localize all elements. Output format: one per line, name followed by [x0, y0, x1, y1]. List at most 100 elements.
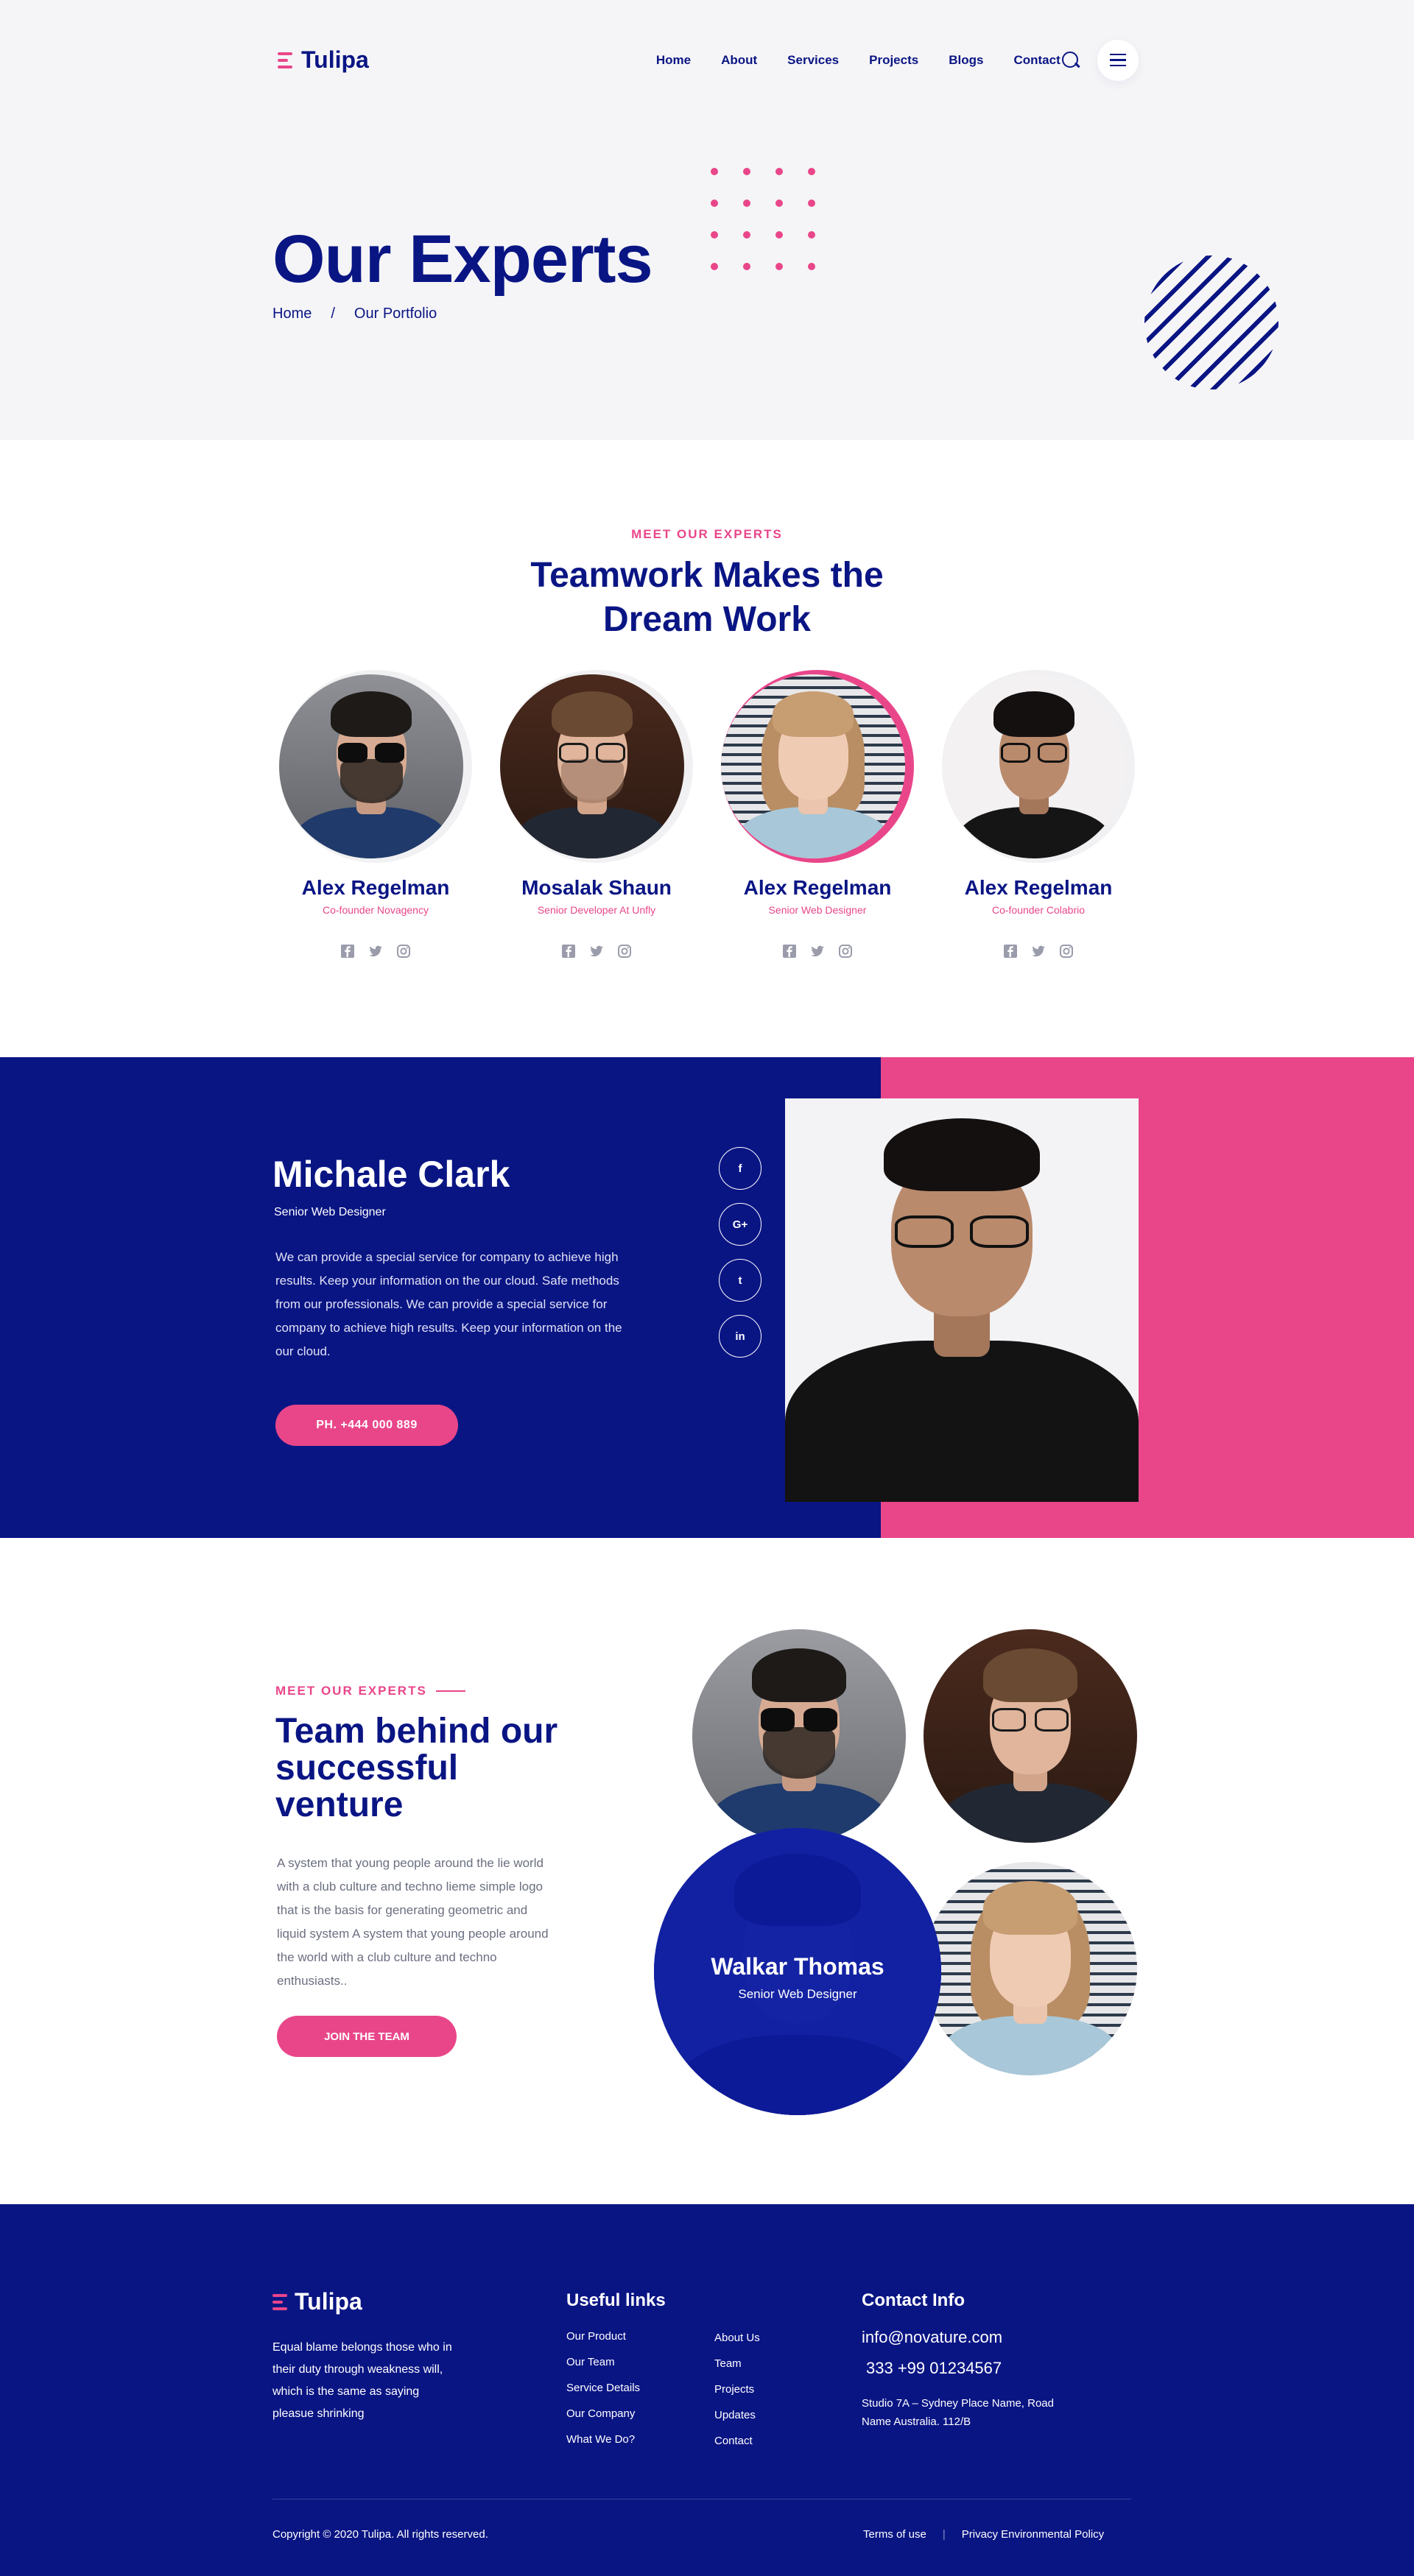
footer-link[interactable]: Projects — [714, 2376, 760, 2402]
nav-tools — [1060, 39, 1139, 81]
facebook-icon[interactable]: f — [719, 1147, 761, 1190]
footer-link[interactable]: About Us — [714, 2325, 760, 2351]
facebook-icon[interactable] — [340, 944, 355, 959]
footer-about: Equal blame belongs those who in their d… — [272, 2341, 452, 2420]
menu-icon[interactable] — [1097, 39, 1139, 81]
phone-button[interactable]: PH. +444 000 889 — [275, 1405, 458, 1446]
footer-link[interactable]: Our Team — [566, 2349, 640, 2375]
member-name: Alex Regelman — [743, 876, 892, 899]
footer-link[interactable]: What We Do? — [566, 2427, 640, 2452]
profile-description: We can provide a special service for com… — [275, 1250, 622, 1358]
venture-eyebrow: MEET OUR EXPERTS — [275, 1684, 465, 1698]
team-photo-circle — [924, 1862, 1137, 2075]
profile-role: Senior Web Designer — [274, 1206, 386, 1218]
profile-socials: f G+ t in — [719, 1147, 761, 1358]
terms-link[interactable]: Terms of use — [863, 2528, 926, 2541]
profile-photo — [785, 1098, 1139, 1502]
nav-blogs[interactable]: Blogs — [949, 53, 983, 68]
decorative-striped-circle — [1144, 255, 1278, 389]
team-member-card: Alex Regelman Co-founder Novagency — [272, 670, 479, 959]
team-photo-circle — [692, 1629, 906, 1843]
footer-link[interactable]: Our Product — [566, 2323, 640, 2349]
linkedin-icon[interactable]: in — [719, 1315, 761, 1358]
breadcrumb-home[interactable]: Home — [272, 306, 312, 322]
useful-links-title: Useful links — [566, 2290, 666, 2310]
twitter-icon[interactable] — [589, 944, 604, 959]
top-navigation: Tulipa Home About Services Projects Blog… — [278, 0, 1139, 120]
footer-link[interactable]: Contact — [714, 2428, 760, 2454]
featured-member-role: Senior Web Designer — [738, 1987, 857, 2001]
footer-link[interactable]: Team — [714, 2351, 760, 2376]
member-socials — [935, 944, 1142, 959]
page-title: Our Experts — [272, 222, 653, 297]
footer-link[interactable]: Service Details — [566, 2375, 640, 2401]
hero-section: Tulipa Home About Services Projects Blog… — [0, 0, 1414, 440]
team-members: Alex Regelman Co-founder Novagency Mosal… — [272, 670, 1142, 959]
avatar — [721, 674, 905, 858]
twitter-icon[interactable] — [810, 944, 825, 959]
team-member-card: Alex Regelman Co-founder Colabrio — [935, 670, 1142, 959]
team-eyebrow: MEET OUR EXPERTS — [631, 527, 783, 541]
avatar-ring — [279, 670, 472, 863]
member-name: Mosalak Shaun — [521, 876, 672, 899]
avatar-ring — [500, 670, 693, 863]
logo-mark-icon — [272, 2293, 287, 2310]
logo-mark-icon — [278, 52, 292, 68]
nav-services[interactable]: Services — [787, 53, 839, 68]
facebook-icon[interactable] — [561, 944, 576, 959]
featured-member-circle[interactable]: Walkar Thomas Senior Web Designer — [654, 1828, 941, 2115]
join-team-button[interactable]: JOIN THE TEAM — [277, 2016, 457, 2057]
venture-title: Team behind our successful venture — [275, 1712, 558, 1824]
nav-about[interactable]: About — [721, 53, 757, 68]
team-heading-line2: Dream Work — [603, 600, 811, 639]
avatar — [279, 674, 463, 858]
twitter-icon[interactable] — [1031, 944, 1046, 959]
facebook-icon[interactable] — [1003, 944, 1018, 959]
instagram-icon[interactable] — [617, 944, 632, 959]
nav-projects[interactable]: Projects — [869, 53, 918, 68]
team-member-card: Mosalak Shaun Senior Developer At Unfly — [493, 670, 700, 959]
decorative-dots — [711, 168, 815, 270]
footer-logo-text: Tulipa — [295, 2288, 362, 2315]
breadcrumb-separator: / — [331, 306, 335, 322]
google-plus-icon[interactable]: G+ — [719, 1203, 761, 1246]
facebook-icon[interactable] — [782, 944, 797, 959]
member-socials — [272, 944, 479, 959]
contact-phone[interactable]: 333 +99 01234567 — [866, 2359, 1002, 2378]
instagram-icon[interactable] — [838, 944, 853, 959]
member-role: Senior Developer At Unfly — [537, 904, 656, 916]
nav-home[interactable]: Home — [656, 53, 691, 68]
contact-address: Studio 7A – Sydney Place Name, Road Name… — [862, 2397, 1054, 2428]
member-socials — [714, 944, 921, 959]
team-heading: Teamwork Makes the Dream Work — [0, 554, 1414, 642]
team-member-card: Alex Regelman Senior Web Designer — [714, 670, 921, 959]
footer-logo[interactable]: Tulipa — [272, 2288, 362, 2315]
instagram-icon[interactable] — [396, 944, 411, 959]
footer-link[interactable]: Our Company — [566, 2401, 640, 2427]
privacy-link[interactable]: Privacy Environmental Policy — [962, 2528, 1104, 2541]
team-section: MEET OUR EXPERTS Teamwork Makes the Drea… — [0, 440, 1414, 1057]
twitter-icon[interactable] — [368, 944, 383, 959]
member-role: Co-founder Colabrio — [991, 904, 1086, 916]
profile-name: Michale Clark — [272, 1154, 510, 1195]
legal-links: Terms of use | Privacy Environmental Pol… — [863, 2528, 1104, 2541]
twitter-icon[interactable]: t — [719, 1259, 761, 1302]
avatar — [942, 674, 1126, 858]
instagram-icon[interactable] — [1059, 944, 1074, 959]
site-logo[interactable]: Tulipa — [278, 46, 369, 74]
contact-info-title: Contact Info — [862, 2290, 965, 2310]
search-icon[interactable] — [1060, 50, 1081, 71]
logo-text: Tulipa — [301, 46, 369, 73]
featured-member-name: Walkar Thomas — [711, 1953, 884, 1980]
useful-links-col2: About Us Team Projects Updates Contact — [714, 2325, 760, 2454]
breadcrumb: Home / Our Portfolio — [272, 306, 437, 322]
nav-contact[interactable]: Contact — [1013, 53, 1060, 68]
breadcrumb-current: Our Portfolio — [354, 306, 437, 322]
member-name: Alex Regelman — [301, 876, 450, 899]
site-footer: Tulipa Equal blame belongs those who in … — [0, 2204, 1414, 2576]
avatar — [500, 674, 684, 858]
footer-link[interactable]: Updates — [714, 2402, 760, 2428]
contact-email[interactable]: info@novature.com — [862, 2328, 1002, 2347]
venture-section: MEET OUR EXPERTS Team behind our success… — [0, 1538, 1414, 2204]
venture-description: A system that young people around the li… — [277, 1856, 549, 1988]
